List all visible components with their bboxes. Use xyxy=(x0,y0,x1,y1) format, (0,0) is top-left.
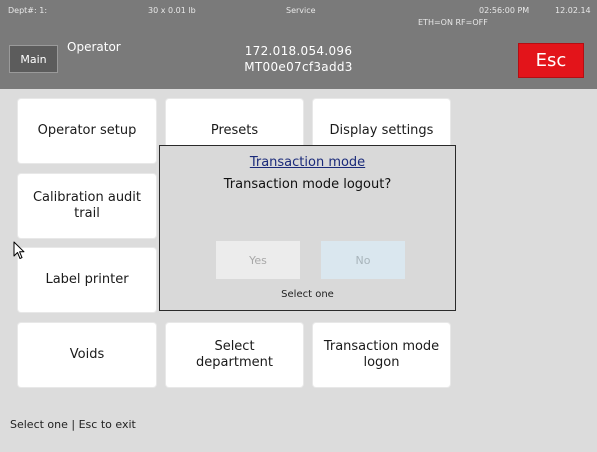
department-indicator: Dept#: 1: xyxy=(8,6,48,15)
device-id: MT00e07cf3add3 xyxy=(244,60,353,74)
header-bar: Main Operator 172.018.054.096 MT00e07cf3… xyxy=(0,32,597,89)
scale-capacity: 30 x 0.01 lb xyxy=(148,6,196,15)
tile-select-department[interactable]: Select department xyxy=(166,323,303,387)
no-button[interactable]: No xyxy=(321,241,405,279)
dialog-title: Transaction mode xyxy=(249,155,366,170)
mouse-pointer-icon xyxy=(13,241,25,264)
device-ip-address: 172.018.054.096 xyxy=(244,44,353,58)
mode-indicator: Service xyxy=(286,6,316,15)
esc-button[interactable]: Esc xyxy=(518,43,584,78)
network-status: ETH=ON RF=OFF xyxy=(418,18,488,27)
tile-voids[interactable]: Voids xyxy=(18,323,156,387)
tile-transaction-mode-logon[interactable]: Transaction mode logon xyxy=(313,323,450,387)
clock-time: 02:56:00 PM xyxy=(479,6,530,15)
dialog-hint: Select one xyxy=(281,289,334,300)
status-bar: Dept#: 1: 30 x 0.01 lb Service 02:56:00 … xyxy=(0,0,597,32)
dialog-question: Transaction mode logout? xyxy=(223,177,392,192)
tile-label-printer[interactable]: Label printer xyxy=(18,248,156,312)
clock-date: 12.02.14 xyxy=(555,6,591,15)
footer-hint: Select one | Esc to exit xyxy=(10,418,136,431)
yes-button[interactable]: Yes xyxy=(216,241,300,279)
tile-calibration-audit-trail[interactable]: Calibration audit trail xyxy=(18,174,156,238)
transaction-mode-dialog: Transaction mode Transaction mode logout… xyxy=(159,145,456,311)
tile-operator-setup[interactable]: Operator setup xyxy=(18,99,156,163)
